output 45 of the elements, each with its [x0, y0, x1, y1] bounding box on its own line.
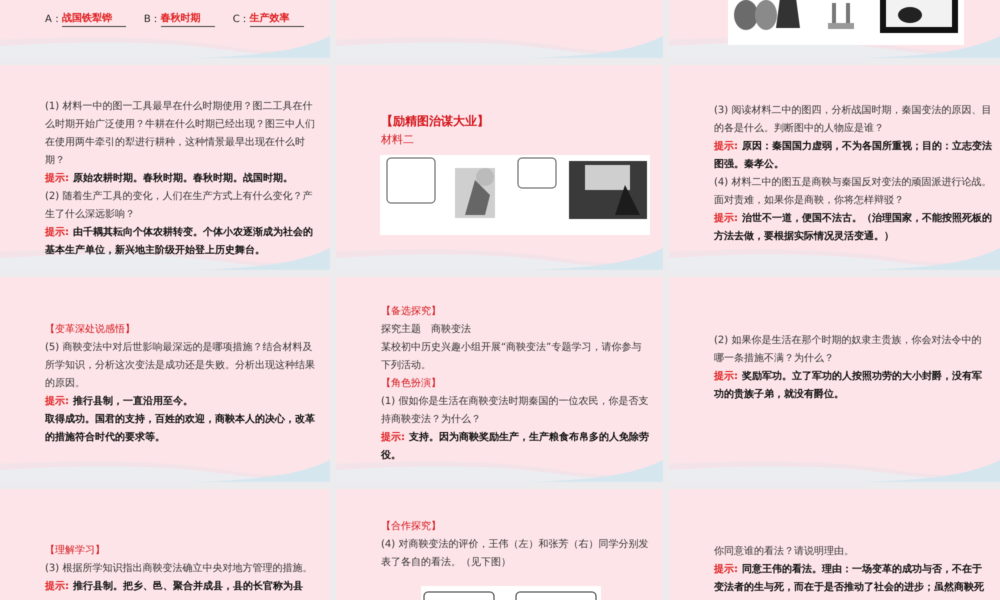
question-text: 你同意谁的看法？请说明理由。	[714, 544, 855, 559]
question-text: (4) 材料二中的图五是商鞅与秦国反对变法的顽固派进行论战。面对责难，如果你是商鞅，你将怎样辩驳？	[714, 176, 992, 208]
hint-text: 提示: 奖励军功。立了军功的人按照功劳的大小封爵，没有军功的贵族子弟，就没有爵位。	[714, 369, 983, 402]
answer-line: 战国铁犁铧	[62, 12, 126, 27]
hint-text: 提示: 原因：秦国国力虚弱，不为各国所重视；目的：立志变法图强。秦孝公。	[714, 139, 993, 172]
section-heading: 【理解学习】	[45, 544, 106, 558]
question-text: (3) 根据所学知识指出商鞅变法确立中央对地方管理的措施。	[45, 562, 314, 576]
hint-text: 提示: 推行县制。把乡、邑、聚合并成县，县的长官称为县	[45, 579, 304, 594]
section-heading: 【角色扮演】	[381, 376, 442, 391]
question-text: (4) 对商鞅变法的评价，王伟（左）和张芳（右）同学分别发表了各自的看法。（见下图）	[381, 538, 649, 570]
slide-thumbnail[interactable]: 【励精图治谋大业】 材料二	[336, 65, 663, 270]
slide-thumbnail[interactable]: 你同意谁的看法？请说明理由。 提示: 同意王伟的看法。理由：一场变革的成功与否，不在于变法者的生与死，而在于是否推动了社会的进步；虽然商鞅死	[669, 489, 1000, 600]
question-text: 某校初中历史兴趣小组开展“商鞅变法”专题学习，请你参与下列活动。	[381, 340, 642, 373]
hint-text: 提示: 同意王伟的看法。理由：一场变革的成功与否，不在于变法者的生与死，而在于是否推动了社会的进步；虽然商鞅死	[714, 562, 985, 595]
question-text: (1) 材料一中的图一工具最早在什么时期使用？图二工具在什么时期开始广泛使用？牛耕在什么时期已经出现？图三中人们在使用两牛牵引的犁进行耕种，这种情景最早出现在什么时期？	[45, 100, 316, 168]
slide-thumbnail[interactable]: (2) 如果你是生活在那个时期的奴隶主贵族，你会对法令中的哪一条措施不满？为什么？ 提示: 奖励军功。立了军功的人按照功劳的大小封爵，没有军功的贵族子弟，就没有爵位。	[669, 277, 1000, 482]
hint-text: 提示: 原始农耕时期。春秋时期。春秋时期。战国时期。	[45, 172, 294, 186]
option-label: C：	[232, 14, 250, 27]
answer-line: 春秋时期	[160, 12, 215, 27]
slide-thumbnail[interactable]: 【理解学习】 (3) 根据所学知识指出商鞅变法确立中央对地方管理的措施。 提示: 推行县制。把乡、邑、聚合并成县，县的长官称为县	[0, 489, 330, 600]
slide-thumbnail[interactable]	[0, 65, 330, 270]
slide-thumbnail[interactable]: (3) 阅读材料二中的图四，分析战国时期，秦国变法的原因、目的各是什么。判断图中的人物应是谁？ 提示: 原因：秦国国力虚弱，不为各国所重视；目的：立志变法图强。秦孝公。 (4) 材料二中的图五是商鞅与秦国反对变法的顽固派进行论战。面对责难，如果你是商鞅，你将怎样辩驳？ 提示: 治世不一道，便国不法古。（治理国家，不能按照死板的方法去做，要根据实际情况灵活变通。）	[669, 65, 1000, 270]
hint-text: 提示: 支持。因为商鞅奖励生产，生产粮食布帛多的人免除劳役。	[381, 430, 649, 463]
question-text: (5) 商鞅变法中对后世影响最深远的是哪项措施？结合材料及所学知识，分析这次变法是成功还是失败。分析出现这种结果的原因。	[45, 340, 316, 391]
hint-text: 提示: 治世不一道，便国不法古。（治理国家，不能按照死板的方法去做，要根据实际情况灵活变通。）	[714, 211, 993, 244]
question-text: (3) 阅读材料二中的图四，分析战国时期，秦国变法的原因、目的各是什么。判断图中的人物应是谁？	[714, 104, 992, 136]
question-text: (1) 假如你是生活在商鞅变法时期秦国的一位农民，你是否支持商鞅变法？为什么？	[381, 394, 649, 427]
option-label: B：	[144, 14, 161, 27]
section-heading: 【合作探究】	[381, 520, 442, 534]
question-text: 探究主题 商鞅变法	[381, 322, 472, 337]
question-text: (2) 如果你是生活在那个时期的奴隶主贵族，你会对法令中的哪一条措施不满？为什么？	[714, 334, 982, 366]
slide-thumbnail[interactable]: A：战国铁犁铧 B：春秋时期 C：生产效率	[0, 0, 330, 58]
slide-thumbnail[interactable]: 【备选探究】 探究主题 商鞅变法 某校初中历史兴趣小组开展“商鞅变法”专题学习，请你参与下列活动。 【角色扮演】 (1) 假如你是生活在商鞅变法时期秦国的一位农民，你是否支持商鞅变法？为什么？ 提示: 支持。因为商鞅奖励生产，生产粮食布帛多的人免除劳役。	[336, 277, 663, 482]
section-heading: 【备选探究】	[381, 304, 442, 319]
answer-text: 取得成功。国君的支持，百姓的欢迎，商鞅本人的决心，改革的措施符合时代的要求等。	[45, 412, 316, 445]
question-text: (2) 随着生产工具的变化，人们在生产方式上有什么变化？产生了什么深远影响？	[45, 190, 314, 222]
hint-text: 提示: 推行县制，一直沿用至今。	[45, 394, 194, 409]
hint-text: 提示: 由千耦其耘向个体农耕转变。个体小农逐渐成为社会的基本生产单位，新兴地主阶级开始登上历史舞台。	[45, 225, 314, 258]
slide-thumbnail[interactable]: 【合作探究】 (4) 对商鞅变法的评价，王伟（左）和张芳（右）同学分别发表了各自的看法。（见下图）	[336, 489, 663, 600]
slide-title: 【励精图治谋大业】	[381, 113, 490, 130]
answer-line: 生产效率	[250, 12, 304, 27]
option-label: A：	[45, 13, 62, 27]
slide-thumbnail[interactable]: 【变革深处说感悟】 (5) 商鞅变法中对后世影响最深远的是哪项措施？结合材料及所学知识，分析这次变法是成功还是失败。分析出现这种结果的原因。 提示: 推行县制，一直沿用至今。 取得成功。国君的支持，百姓的欢迎，商鞅本人的决心，改革的措施符合时代的要求等。	[0, 277, 330, 482]
section-heading: 【变革深处说感悟】	[45, 322, 136, 337]
slide-subtitle: 材料二	[381, 132, 415, 148]
